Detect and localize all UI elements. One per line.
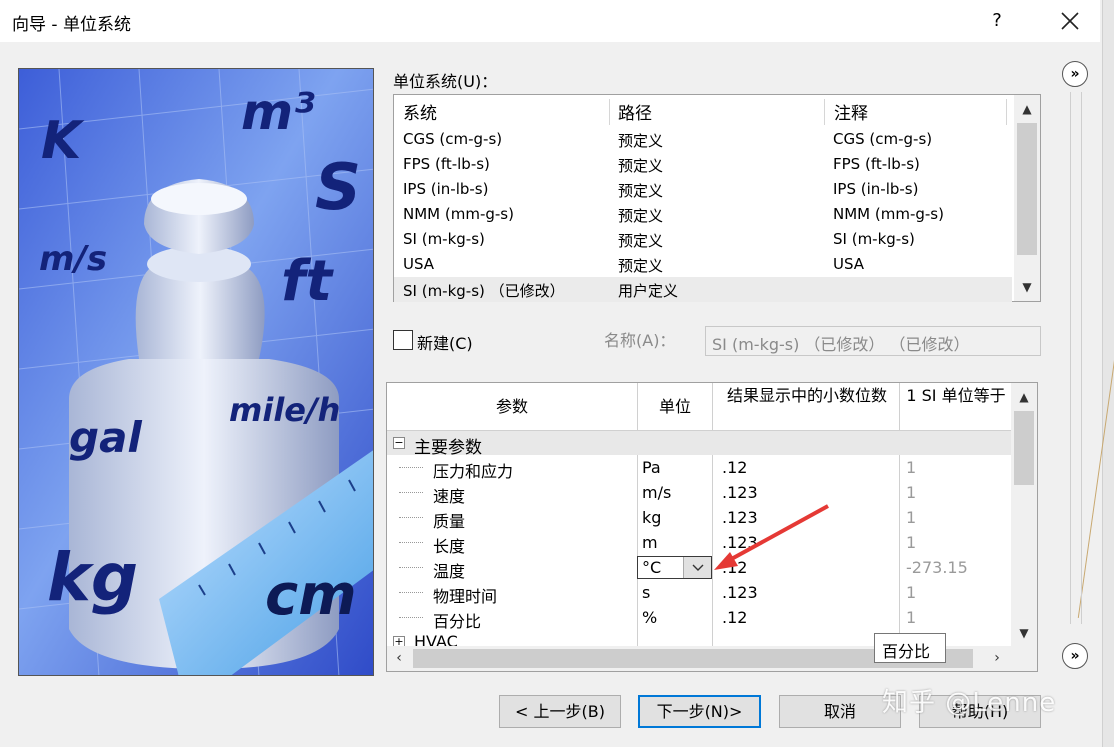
scroll-right-icon[interactable]: › (985, 646, 1009, 671)
collapse-panel-icon[interactable]: » (1062, 61, 1088, 87)
column-header-path[interactable]: 路径 (618, 99, 652, 124)
scroll-down-icon[interactable]: ▼ (1014, 275, 1040, 299)
deco-label: K (41, 111, 82, 171)
deco-label: cm (265, 563, 357, 628)
table-row[interactable]: 长度 m .123 1 (387, 530, 1011, 556)
list-item[interactable]: CGS (cm-g-s) 预定义 CGS (cm-g-s) (394, 127, 1012, 152)
column-header-system[interactable]: 系统 (403, 99, 437, 124)
next-button[interactable]: 下一步(N)> (638, 695, 761, 728)
column-header-si-equals[interactable]: 1 SI 单位等于 (901, 386, 1011, 405)
help-icon[interactable]: ? (982, 6, 1012, 36)
watermark: 知乎 @Lenne (882, 688, 1057, 718)
units-system-list[interactable]: 系统 路径 注释 CGS (cm-g-s) 预定义 CGS (cm-g-s) FPS… (393, 94, 1041, 302)
collapse-icon[interactable]: − (393, 437, 405, 449)
expand-icon[interactable]: + (393, 636, 405, 646)
scroll-down-icon[interactable]: ▼ (1011, 621, 1037, 645)
table-row[interactable]: 压力和应力 Pa .12 1 (387, 455, 1011, 481)
tooltip: 百分比 (874, 633, 946, 663)
name-field-label: 名称(A)： (604, 331, 676, 350)
side-track (1070, 92, 1082, 624)
units-wizard-illustration: K m³ S m/s ft mile/h gal kg cm (18, 68, 374, 676)
title-bar: 向导 - 单位系统 ? (0, 0, 1100, 42)
column-header-decimals[interactable]: 结果显示中的小数位数 (717, 386, 897, 405)
back-button[interactable]: < 上一步(B) (499, 695, 621, 728)
table-row[interactable]: 百分比% .12 1 (387, 605, 1011, 631)
deco-label: S (315, 151, 362, 225)
background-window-edge (1077, 0, 1114, 747)
deco-label: gal (69, 413, 142, 462)
table-row[interactable]: 温度 °C .12 -273.15 (387, 555, 1011, 581)
grid-vertical-scrollbar[interactable]: ▲ ▼ (1011, 383, 1037, 671)
group-main-parameters[interactable]: − 主要参数 (387, 431, 1011, 458)
column-header-comment[interactable]: 注释 (834, 99, 868, 124)
scroll-up-icon[interactable]: ▲ (1011, 385, 1037, 409)
new-checkbox-label[interactable]: 新建(C) (417, 330, 473, 354)
units-system-label: 单位系统(U)： (393, 72, 498, 91)
deco-label: mile/h (229, 391, 341, 429)
column-header-parameter[interactable]: 参数 (387, 397, 637, 416)
name-field: SI (m-kg-s) （已修改） （已修改） (705, 326, 1041, 356)
expand-panel-icon[interactable]: » (1062, 643, 1088, 669)
table-row[interactable]: 物理时间 s .123 1 (387, 580, 1011, 606)
list-item[interactable]: NMM (mm-g-s) 预定义 NMM (mm-g-s) (394, 202, 1012, 227)
deco-label: m³ (241, 83, 315, 141)
close-icon[interactable] (1052, 4, 1088, 38)
table-row[interactable]: 质量 kg .123 1 (387, 505, 1011, 531)
scroll-thumb[interactable] (1014, 411, 1034, 485)
new-checkbox[interactable] (393, 330, 413, 350)
group-label: HVAC (414, 634, 458, 646)
list-item[interactable]: FPS (ft-lb-s) 预定义 FPS (ft-lb-s) (394, 152, 1012, 177)
units-list-header: 系统 路径 注释 (394, 95, 1012, 125)
grid-header: 参数 单位 结果显示中的小数位数 1 SI 单位等于 (387, 383, 1011, 431)
deco-label: kg (47, 539, 139, 616)
column-header-unit[interactable]: 单位 (638, 397, 712, 416)
units-list-scrollbar[interactable]: ▲ ▼ (1014, 95, 1040, 301)
list-item-selected[interactable]: SI (m-kg-s) （已修改） 用户定义 (394, 277, 1012, 302)
deco-label: m/s (39, 239, 108, 279)
deco-label: ft (281, 249, 333, 314)
scroll-left-icon[interactable]: ‹ (387, 646, 411, 671)
list-item[interactable]: IPS (in-lb-s) 预定义 IPS (in-lb-s) (394, 177, 1012, 202)
window-title: 向导 - 单位系统 (12, 15, 131, 35)
table-row[interactable]: 速度 m/s .123 1 (387, 480, 1011, 506)
annotation-arrow (714, 504, 829, 570)
scroll-up-icon[interactable]: ▲ (1014, 97, 1040, 121)
scroll-thumb[interactable] (1017, 123, 1037, 255)
list-item[interactable]: USA 预定义 USA (394, 252, 1012, 277)
list-item[interactable]: SI (m-kg-s) 预定义 SI (m-kg-s) (394, 227, 1012, 252)
